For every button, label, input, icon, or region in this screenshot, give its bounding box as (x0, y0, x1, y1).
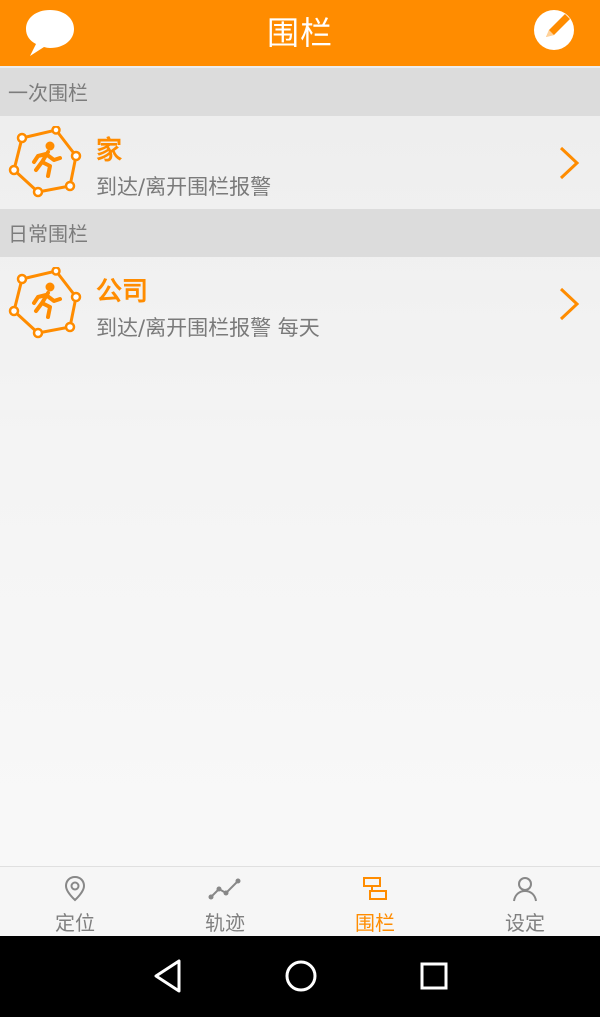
tab-location[interactable]: 定位 (0, 867, 150, 937)
fence-runner-icon (8, 266, 82, 343)
bottom-tab-bar: 定位 轨迹 围栏 设定 (0, 866, 600, 937)
fence-item-description: 到达/离开围栏报警 (96, 175, 272, 199)
chevron-right-icon (558, 287, 580, 325)
location-pin-icon (61, 875, 89, 907)
home-circle-icon[interactable] (283, 958, 319, 998)
fence-runner-icon (8, 125, 82, 202)
section-header-once: 一次围栏 (0, 68, 600, 116)
fence-item-description: 到达/离开围栏报警 每天 (96, 316, 320, 340)
chevron-right-icon (558, 146, 580, 184)
edit-pencil-icon[interactable] (532, 6, 578, 56)
tab-label: 设定 (505, 911, 545, 935)
track-line-icon (208, 875, 242, 907)
back-triangle-icon[interactable] (152, 958, 184, 998)
app-header: 围栏 (0, 0, 600, 66)
section-header-daily: 日常围栏 (0, 209, 600, 257)
tab-settings[interactable]: 设定 (450, 867, 600, 937)
tab-label: 轨迹 (205, 911, 245, 935)
fence-item-name: 家 (96, 136, 123, 166)
fence-item-home[interactable]: 家 到达/离开围栏报警 (0, 116, 600, 208)
system-nav-bar (0, 936, 600, 1017)
page-title: 围栏 (266, 14, 333, 52)
fence-item-company[interactable]: 公司 到达/离开围栏报警 每天 (0, 257, 600, 349)
tab-label: 定位 (55, 911, 95, 935)
tab-track[interactable]: 轨迹 (150, 867, 300, 937)
fence-icon (361, 875, 389, 907)
tab-fence[interactable]: 围栏 (300, 867, 450, 937)
fence-item-name: 公司 (96, 277, 149, 307)
tab-label: 围栏 (355, 911, 395, 935)
recents-square-icon[interactable] (418, 958, 450, 998)
person-icon (511, 875, 539, 907)
